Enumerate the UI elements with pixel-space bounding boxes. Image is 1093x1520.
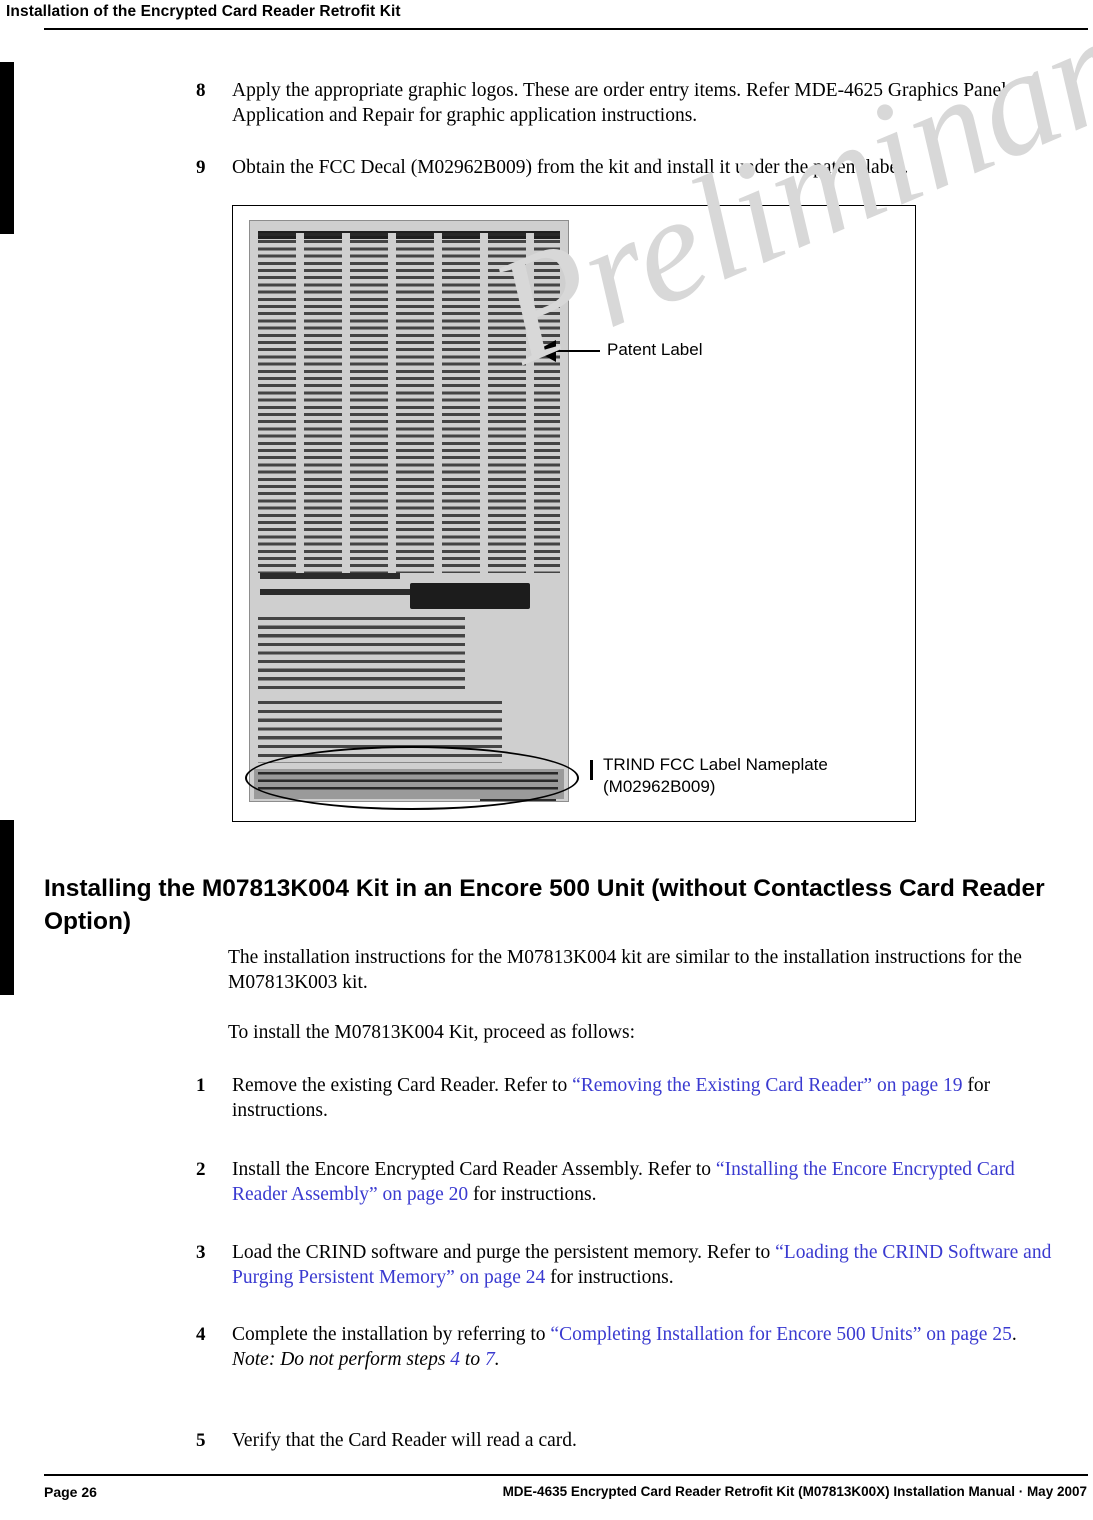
step-9-text: Obtain the FCC Decal (M02962B009) from t… — [232, 157, 909, 178]
step-4-note-mid: to — [460, 1349, 485, 1370]
step-2: 2 Install the Encore Encrypted Card Read… — [196, 1157, 1068, 1207]
step-1-text: Remove the existing Card Reader. Refer t… — [232, 1073, 1068, 1123]
patent-label-image — [249, 220, 569, 802]
step-2-post: for instructions. — [468, 1184, 597, 1205]
step-4: 4 Complete the installation by referring… — [196, 1322, 1068, 1372]
step-9-number: 9 — [196, 157, 206, 178]
nameplate-callout-line1: TRIND FCC Label Nameplate — [603, 755, 828, 774]
change-bar-upper — [0, 62, 14, 234]
step-4-note-label: Note: — [232, 1349, 276, 1370]
step-2-text: Install the Encore Encrypted Card Reader… — [232, 1157, 1068, 1207]
step-4-text: Complete the installation by referring t… — [232, 1322, 1068, 1372]
header-rule — [44, 28, 1088, 30]
step-4-link[interactable]: “Completing Installation for Encore 500 … — [550, 1324, 1011, 1345]
step-1-link[interactable]: “Removing the Existing Card Reader” on p… — [572, 1075, 962, 1096]
patents-column-gaps — [258, 233, 560, 573]
step-4-post: . — [1011, 1324, 1017, 1345]
step-1-pre: Remove the existing Card Reader. Refer t… — [232, 1075, 573, 1096]
step-3-pre: Load the CRIND software and purge the pe… — [232, 1242, 776, 1263]
nyfd-line — [260, 573, 400, 579]
step-4-note-link-2[interactable]: 7 — [485, 1349, 495, 1370]
patent-label-leader-line — [556, 350, 600, 352]
gilbarco-veeder-root-logo — [410, 583, 530, 609]
footer-document-title: MDE-4635 Encrypted Card Reader Retrofit … — [502, 1484, 1087, 1499]
step-5-number: 5 — [196, 1430, 206, 1451]
step-3: 3 Load the CRIND software and purge the … — [196, 1240, 1068, 1290]
step-5-text: Verify that the Card Reader will read a … — [232, 1430, 577, 1451]
section-heading: Installing the M07813K004 Kit in an Enco… — [44, 875, 1045, 935]
step-3-number: 3 — [196, 1242, 206, 1263]
footer-page-number: Page 26 — [44, 1484, 97, 1500]
step-4-note-post: . — [494, 1349, 500, 1370]
fcc-text-right-margin — [465, 617, 560, 691]
figure-patent-label: Patent Label TRIND FCC Label Nameplate (… — [232, 205, 916, 822]
step-8: 8 Apply the appropriate graphic logos. T… — [196, 78, 1068, 128]
section-paragraph-2: To install the M07813K004 Kit, proceed a… — [228, 1022, 635, 1043]
step-4-pre: Complete the installation by referring t… — [232, 1324, 551, 1345]
document-page: Installation of the Encrypted Card Reade… — [0, 0, 1093, 1520]
patent-label-arrowhead — [536, 340, 556, 362]
step-4-note-pre: Do not perform steps — [275, 1349, 451, 1370]
footer-rule — [44, 1474, 1088, 1476]
step-4-note: Note: Do not perform steps 4 to 7. — [232, 1349, 500, 1370]
step-8-text: Apply the appropriate graphic logos. The… — [232, 80, 1007, 126]
patent-label-callout: Patent Label — [607, 340, 703, 359]
section-paragraph-1: The installation instructions for the M0… — [228, 947, 1022, 993]
manufacturer-line — [260, 589, 410, 595]
step-8-number: 8 — [196, 80, 206, 101]
step-2-pre: Install the Encore Encrypted Card Reader… — [232, 1159, 716, 1180]
step-4-note-link-1[interactable]: 4 — [450, 1349, 460, 1370]
change-bar-lower — [0, 820, 14, 995]
nameplate-callout: TRIND FCC Label Nameplate (M02962B009) — [603, 754, 903, 798]
step-3-text: Load the CRIND software and purge the pe… — [232, 1240, 1068, 1290]
page-header: Installation of the Encrypted Card Reade… — [0, 0, 1093, 30]
nameplate-callout-line2: (M02962B009) — [603, 777, 716, 796]
nameplate-highlight-ellipse — [245, 746, 579, 810]
step-4-number: 4 — [196, 1324, 206, 1345]
step-5: 5 Verify that the Card Reader will read … — [196, 1428, 1068, 1453]
nameplate-leader-tick — [590, 760, 593, 780]
step-2-number: 2 — [196, 1159, 206, 1180]
step-9: 9 Obtain the FCC Decal (M02962B009) from… — [196, 155, 1068, 180]
step-1-number: 1 — [196, 1075, 206, 1096]
step-1: 1 Remove the existing Card Reader. Refer… — [196, 1073, 1068, 1123]
header-title: Installation of the Encrypted Card Reade… — [6, 3, 401, 20]
step-3-post: for instructions. — [545, 1267, 674, 1288]
